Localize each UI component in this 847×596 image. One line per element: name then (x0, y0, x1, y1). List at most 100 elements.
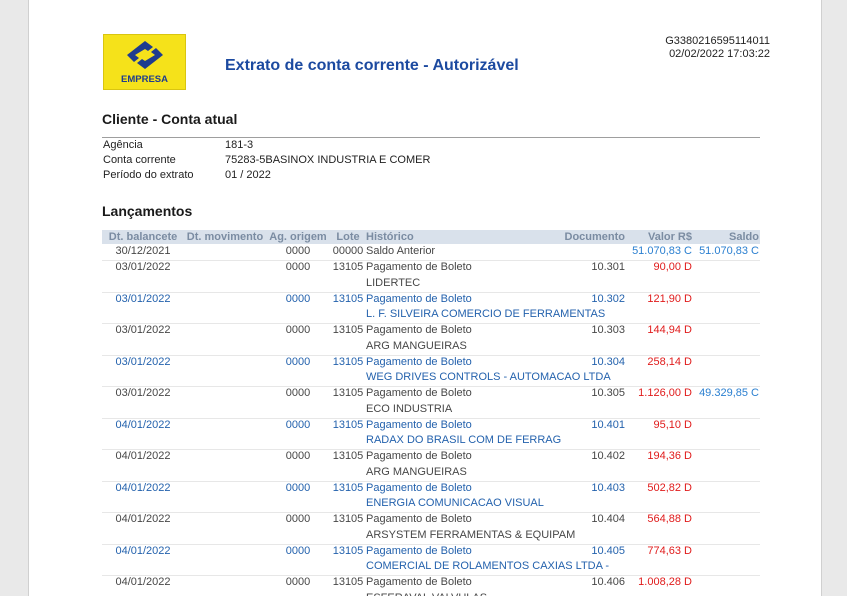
cell-valor: 144,94 D (647, 324, 692, 336)
cell-valor: 258,14 D (647, 355, 692, 368)
cell-historico: Saldo Anterior (366, 245, 436, 258)
cell-lote: 13105 (332, 544, 364, 557)
info-label: Conta corrente (103, 154, 176, 166)
cell-lote: 13105 (332, 355, 364, 368)
cell-historico: Pagamento de Boleto (366, 261, 472, 273)
cell-ag-origem: 0000 (285, 355, 311, 368)
cell-detalhe: ARG MANGUEIRAS (366, 465, 467, 478)
lancamento-detail-row: RADAX DO BRASIL COM DE FERRAG (102, 433, 760, 449)
cell-ag-origem: 0000 (285, 513, 311, 525)
lancamento-row: 30/12/2021 0000 00000 Saldo Anterior 51.070,… (102, 244, 760, 260)
lancamento-detail-row: ENERGIA COMUNICACAO VISUAL (102, 496, 760, 512)
info-value: 181-3 (225, 139, 254, 151)
column-header-documento: Documento (564, 231, 626, 243)
lancamento-row: 03/01/2022 0000 13105 Pagamento de Boleto 10… (102, 323, 760, 339)
column-header-dt-balancete: Dt. balancete (108, 231, 178, 243)
cell-valor: 51.070,83 C (632, 245, 692, 258)
column-header-ag-origem: Ag. origem (269, 231, 327, 243)
column-header-historico: Histórico (366, 231, 414, 243)
cell-dt-balancete: 30/12/2021 (115, 245, 171, 258)
cell-ag-origem: 0000 (285, 292, 311, 305)
lancamento-detail-row: ESFERAVAL VALVULAS (102, 591, 760, 596)
lancamentos-table: Dt. balancete Dt. movimento Ag. origem Lote… (102, 230, 760, 596)
logo-text: EMPRESA (121, 74, 168, 85)
cell-documento: 10.303 (591, 324, 625, 336)
lancamento-row: 03/01/2022 0000 13105 Pagamento de Boleto 10… (102, 292, 760, 308)
cell-valor: 1.008,28 D (638, 576, 692, 588)
cell-historico: Pagamento de Boleto (366, 418, 472, 431)
cell-lote: 13105 (332, 324, 364, 336)
lancamento-detail-row: ARG MANGUEIRAS (102, 339, 760, 355)
lancamento-row: 03/01/2022 0000 13105 Pagamento de Boleto 10… (102, 386, 760, 402)
lancamento-row: 04/01/2022 0000 13105 Pagamento de Boleto 10… (102, 449, 760, 465)
cell-historico: Pagamento de Boleto (366, 324, 472, 336)
cell-valor: 774,63 D (647, 544, 692, 557)
lancamento-detail-row: LIDERTEC (102, 276, 760, 292)
table-header: Dt. balancete Dt. movimento Ag. origem Lote… (102, 230, 760, 244)
cell-documento: 10.402 (591, 450, 625, 462)
lancamento-row: 04/01/2022 0000 13105 Pagamento de Boleto 10… (102, 575, 760, 591)
lancamento-detail-row: COMERCIAL DE ROLAMENTOS CAXIAS LTDA - (102, 559, 760, 575)
cell-lote: 13105 (332, 292, 364, 305)
cell-dt-balancete: 03/01/2022 (115, 292, 171, 305)
cliente-divider (102, 137, 760, 138)
cell-ag-origem: 0000 (285, 418, 311, 431)
cell-valor: 1.126,00 D (638, 387, 692, 399)
cell-ag-origem: 0000 (285, 450, 311, 462)
page-title: Extrato de conta corrente - Autorizável (225, 57, 519, 74)
cell-lote: 00000 (332, 245, 364, 258)
cell-documento: 10.304 (591, 355, 625, 368)
cell-valor: 90,00 D (653, 261, 692, 273)
cell-lote: 13105 (332, 450, 364, 462)
cell-detalhe: LIDERTEC (366, 276, 421, 289)
cell-detalhe: ENERGIA COMUNICACAO VISUAL (366, 497, 544, 510)
lancamento-detail-row: WEG DRIVES CONTROLS - AUTOMACAO LTDA (102, 370, 760, 386)
column-header-dt-movimento: Dt. movimento (186, 231, 264, 243)
info-value: 75283-5BASINOX INDUSTRIA E COMER (225, 154, 431, 166)
cell-historico: Pagamento de Boleto (366, 387, 472, 399)
cell-ag-origem: 0000 (285, 481, 311, 494)
info-label: Agência (103, 139, 143, 151)
column-header-valor: Valor R$ (647, 231, 692, 243)
cell-documento: 10.305 (591, 387, 625, 399)
cell-lote: 13105 (332, 513, 364, 525)
cell-detalhe: RADAX DO BRASIL COM DE FERRAG (366, 434, 562, 447)
cell-detalhe: ARG MANGUEIRAS (366, 339, 467, 352)
cell-valor: 95,10 D (653, 418, 692, 431)
cell-detalhe: ARSYSTEM FERRAMENTAS & EQUIPAM (366, 528, 576, 541)
cell-lote: 13105 (332, 418, 364, 431)
cell-valor: 564,88 D (647, 513, 692, 525)
cell-dt-balancete: 04/01/2022 (115, 544, 171, 557)
cell-lote: 13105 (332, 387, 364, 399)
cell-ag-origem: 0000 (285, 544, 311, 557)
cell-detalhe: L. F. SILVEIRA COMERCIO DE FERRAMENTAS (366, 308, 606, 321)
cell-historico: Pagamento de Boleto (366, 481, 472, 494)
cell-ag-origem: 0000 (285, 261, 311, 273)
info-value: 01 / 2022 (225, 169, 271, 181)
cell-ag-origem: 0000 (285, 324, 311, 336)
document-meta: G3380216595114011 02/02/2022 17:03:22 (665, 35, 770, 61)
lancamento-detail-row: ARG MANGUEIRAS (102, 465, 760, 481)
lancamento-row: 04/01/2022 0000 13105 Pagamento de Boleto 10… (102, 544, 760, 560)
lancamento-row: 03/01/2022 0000 13105 Pagamento de Boleto 10… (102, 355, 760, 371)
cell-ag-origem: 0000 (285, 576, 311, 588)
cell-documento: 10.403 (591, 481, 625, 494)
lancamento-row: 04/01/2022 0000 13105 Pagamento de Boleto 10… (102, 481, 760, 497)
cell-valor: 121,90 D (647, 292, 692, 305)
cell-documento: 10.401 (591, 418, 625, 431)
cell-dt-balancete: 04/01/2022 (115, 576, 171, 588)
cell-dt-balancete: 03/01/2022 (115, 387, 171, 399)
cell-valor: 194,36 D (647, 450, 692, 462)
cell-valor: 502,82 D (647, 481, 692, 494)
cell-historico: Pagamento de Boleto (366, 292, 472, 305)
lancamento-detail-row: ECO INDUSTRIA (102, 402, 760, 418)
cell-ag-origem: 0000 (285, 387, 311, 399)
lancamento-detail-row: L. F. SILVEIRA COMERCIO DE FERRAMENTAS (102, 307, 760, 323)
document-datetime: 02/02/2022 17:03:22 (669, 48, 770, 60)
cell-saldo: 49.329,85 C (699, 387, 759, 399)
cell-detalhe: ECO INDUSTRIA (366, 402, 453, 415)
cell-historico: Pagamento de Boleto (366, 513, 472, 525)
cell-documento: 10.405 (591, 544, 625, 557)
cell-dt-balancete: 03/01/2022 (115, 355, 171, 368)
cell-dt-balancete: 04/01/2022 (115, 450, 171, 462)
